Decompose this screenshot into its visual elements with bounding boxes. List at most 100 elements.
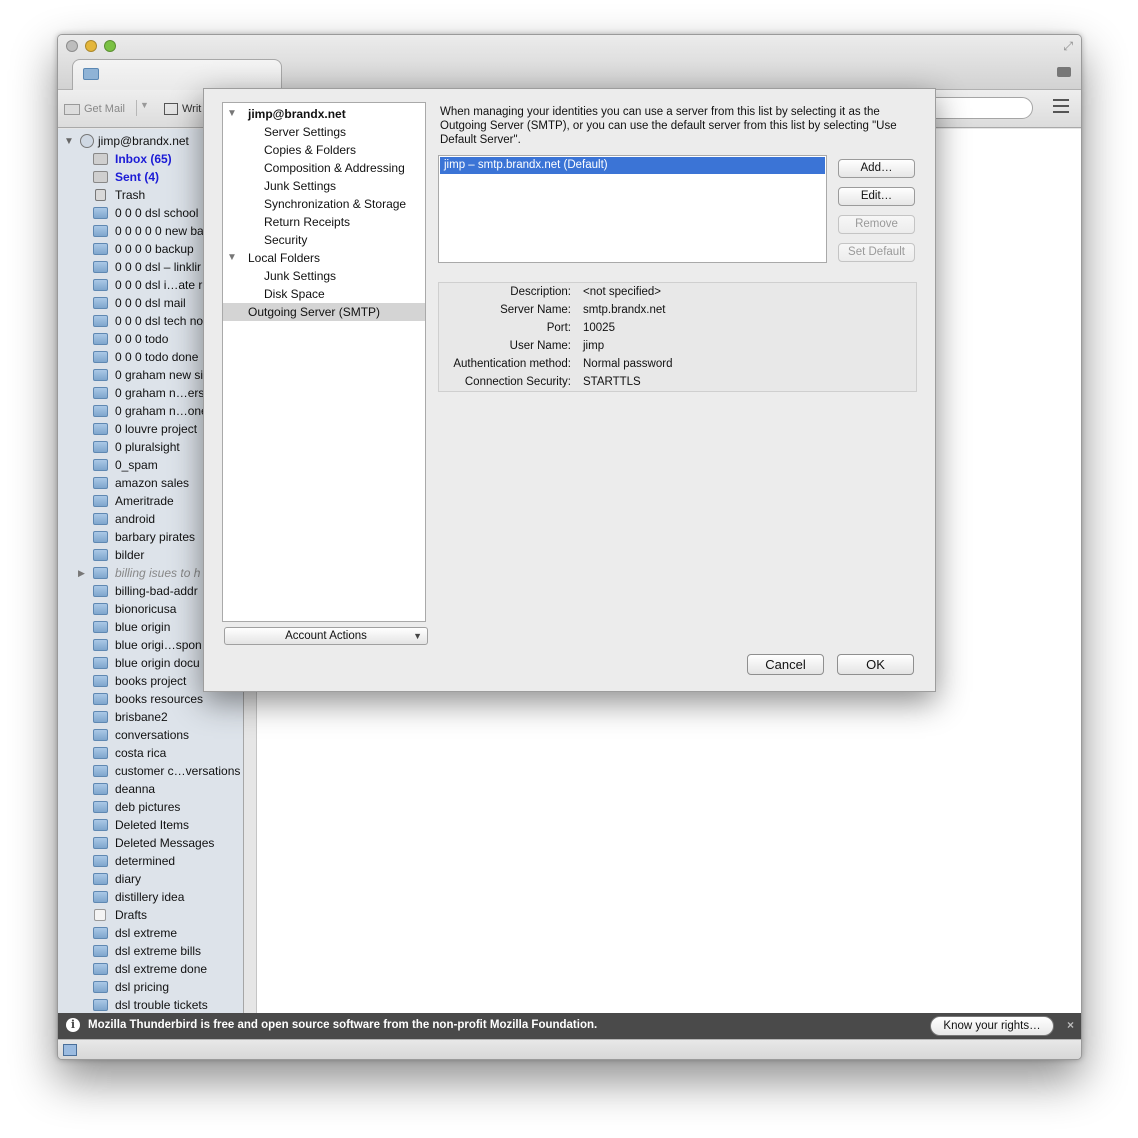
remove-button[interactable]: Remove: [838, 215, 915, 234]
folder-item[interactable]: Deleted Items: [58, 816, 243, 834]
smtp-server-item[interactable]: jimp – smtp.brandx.net (Default): [440, 157, 825, 174]
folder-icon: [93, 783, 108, 795]
folder-label: 0 0 0 todo done: [115, 350, 199, 364]
set-default-button[interactable]: Set Default: [838, 243, 915, 262]
folder-item[interactable]: diary: [58, 870, 243, 888]
ok-button[interactable]: OK: [837, 654, 914, 675]
folder-label: books resources: [115, 692, 204, 706]
status-bar: [58, 1039, 1081, 1059]
chevron-down-icon[interactable]: ▼: [140, 100, 149, 110]
folder-item[interactable]: conversations: [58, 726, 243, 744]
smtp-server-list[interactable]: jimp – smtp.brandx.net (Default): [438, 155, 827, 263]
folder-icon: [93, 981, 108, 993]
write-button[interactable]: Writ: [164, 100, 201, 118]
account-tree-item[interactable]: Server Settings: [223, 123, 425, 141]
folder-item[interactable]: Drafts: [58, 906, 243, 924]
know-your-rights-button[interactable]: Know your rights…: [930, 1016, 1054, 1036]
folder-label: android: [115, 512, 156, 526]
expand-triangle-icon[interactable]: ▼: [227, 105, 237, 123]
folder-icon: [93, 891, 108, 903]
account-tree-item[interactable]: Security: [223, 231, 425, 249]
expand-triangle-icon[interactable]: ▶: [78, 568, 85, 579]
folder-icon: [93, 855, 108, 867]
detail-row: Server Name: smtp.brandx.net: [439, 301, 916, 319]
folder-label: 0 graham n…ers: [115, 386, 205, 400]
folder-label: 0 0 0 dsl – linklir: [115, 260, 202, 274]
fullscreen-icon[interactable]: ⤢: [1063, 39, 1073, 54]
account-tree-item[interactable]: Composition & Addressing: [223, 159, 425, 177]
account-row[interactable]: ▼ jimp@brandx.net: [64, 132, 189, 150]
tray-icon[interactable]: [1057, 67, 1071, 77]
folder-item[interactable]: customer c…versations: [58, 762, 243, 780]
chevron-down-icon: ▼: [413, 631, 422, 641]
account-tree-label: Copies & Folders: [264, 143, 357, 157]
folder-item[interactable]: deanna: [58, 780, 243, 798]
folder-item[interactable]: dsl extreme done: [58, 960, 243, 978]
folder-item[interactable]: distillery idea: [58, 888, 243, 906]
expand-triangle-icon[interactable]: ▼: [64, 136, 76, 147]
folder-label: amazon sales: [115, 476, 190, 490]
folder-item[interactable]: books resources: [58, 690, 243, 708]
folder-label: diary: [115, 872, 142, 886]
folder-icon: [93, 585, 108, 597]
minimize-window-button[interactable]: [85, 40, 97, 52]
folder-item[interactable]: dsl trouble tickets: [58, 996, 243, 1013]
folder-icon: [93, 495, 108, 507]
online-status-icon[interactable]: [63, 1044, 77, 1056]
tab-mail[interactable]: [72, 59, 282, 91]
account-tree-item[interactable]: ▼ jimp@brandx.net: [223, 105, 425, 123]
account-tree-item[interactable]: Return Receipts: [223, 213, 425, 231]
folder-icon: [93, 387, 108, 399]
get-mail-button[interactable]: Get Mail: [64, 100, 125, 118]
account-tree-item[interactable]: Copies & Folders: [223, 141, 425, 159]
account-tree-label: Synchronization & Storage: [264, 197, 407, 211]
sent-icon: [93, 171, 108, 183]
pencil-icon: [164, 103, 178, 115]
trash-icon: [95, 189, 106, 201]
account-actions-dropdown[interactable]: Account Actions ▼: [224, 627, 428, 645]
folder-label: costa rica: [115, 746, 167, 760]
folder-item[interactable]: deb pictures: [58, 798, 243, 816]
drafts-icon: [94, 909, 106, 921]
folder-label: billing-bad-addr: [115, 584, 198, 598]
folder-icon: [93, 513, 108, 525]
account-tree-item[interactable]: Junk Settings: [223, 177, 425, 195]
folder-item[interactable]: dsl extreme bills: [58, 942, 243, 960]
app-menu-button[interactable]: [1053, 99, 1069, 115]
folder-label: brisbane2: [115, 710, 168, 724]
folder-item[interactable]: costa rica: [58, 744, 243, 762]
detail-value: STARTTLS: [583, 376, 641, 388]
folder-item[interactable]: dsl pricing: [58, 978, 243, 996]
folder-icon: [93, 351, 108, 363]
folder-icon: [93, 963, 108, 975]
add-button[interactable]: Add…: [838, 159, 915, 178]
folder-label: blue origin docu: [115, 656, 200, 670]
folder-icon: [93, 405, 108, 417]
cancel-button[interactable]: Cancel: [747, 654, 824, 675]
folder-icon: [93, 549, 108, 561]
folder-label: Trash: [115, 188, 146, 202]
account-tree-item[interactable]: Synchronization & Storage: [223, 195, 425, 213]
folder-item[interactable]: determined: [58, 852, 243, 870]
account-tree-item[interactable]: ▼ Local Folders: [223, 249, 425, 267]
folder-item[interactable]: dsl extreme: [58, 924, 243, 942]
folder-item[interactable]: Deleted Messages: [58, 834, 243, 852]
zoom-window-button[interactable]: [104, 40, 116, 52]
detail-row: Port: 10025: [439, 319, 916, 337]
folder-icon: [93, 441, 108, 453]
expand-triangle-icon[interactable]: ▼: [227, 249, 237, 267]
folder-icon: [93, 603, 108, 615]
folder-label: deb pictures: [115, 800, 181, 814]
detail-label: User Name:: [509, 340, 571, 352]
folder-label: 0 0 0 dsl school: [115, 206, 199, 220]
account-tree-label: Return Receipts: [264, 215, 351, 229]
folder-label: 0 pluralsight: [115, 440, 180, 454]
edit-button[interactable]: Edit…: [838, 187, 915, 206]
folder-item[interactable]: brisbane2: [58, 708, 243, 726]
folder-icon: [93, 639, 108, 651]
account-icon: [80, 134, 94, 148]
folder-icon: [93, 945, 108, 957]
close-icon[interactable]: ×: [1067, 1018, 1074, 1032]
close-window-button[interactable]: [66, 40, 78, 52]
folder-label: 0 0 0 0 0 new ba: [115, 224, 204, 238]
